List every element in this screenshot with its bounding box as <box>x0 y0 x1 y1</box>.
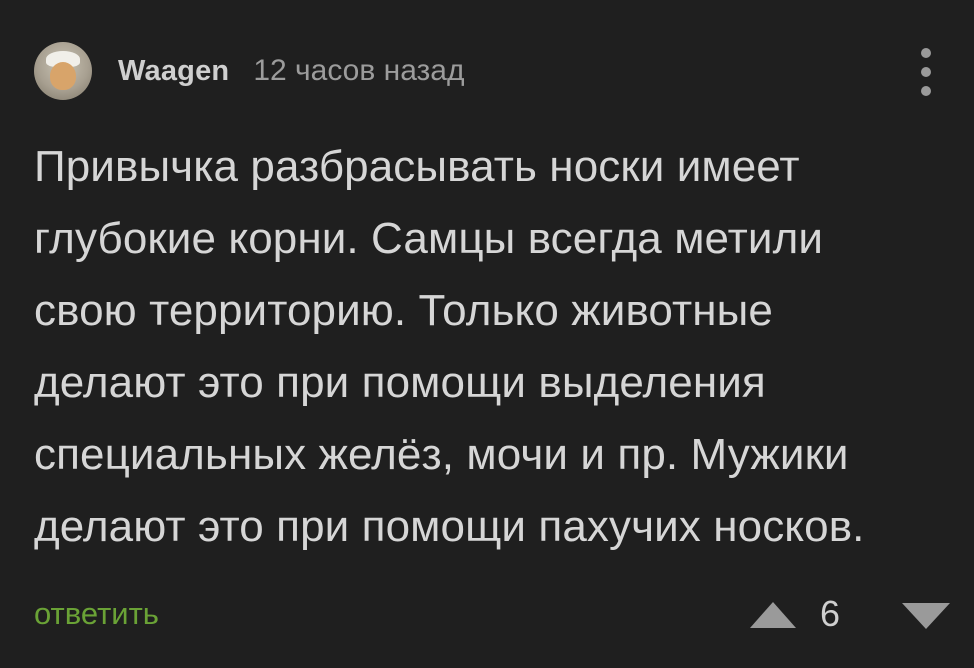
upvote-button[interactable] <box>748 600 798 630</box>
comment-text-line: свою территорию. Только животные <box>34 286 773 335</box>
comment-time: 12 часов назад <box>253 54 465 87</box>
comment: Waagen 12 часов назад Привычка разбрасыв… <box>0 0 974 668</box>
more-vertical-icon <box>921 67 931 77</box>
triangle-down-icon <box>902 603 950 629</box>
downvote-button[interactable] <box>900 600 952 632</box>
comment-text: Привычка разбрасывать носки имеет глубок… <box>34 131 959 563</box>
more-vertical-icon <box>921 48 931 58</box>
comment-text-line: глубокие корни. Самцы всегда метили <box>34 214 824 263</box>
avatar[interactable] <box>34 42 92 100</box>
avatar-face <box>50 62 76 90</box>
author-name[interactable]: Waagen <box>118 55 229 88</box>
comment-header: Waagen 12 часов назад <box>34 40 464 102</box>
comment-text-line: Привычка разбрасывать носки имеет <box>34 142 800 191</box>
more-vertical-icon <box>921 86 931 96</box>
triangle-up-icon <box>750 602 796 628</box>
more-options-button[interactable] <box>908 44 944 100</box>
comment-text-line: делают это при помощи пахучих носков. <box>34 502 865 551</box>
comment-text-line: делают это при помощи выделения <box>34 358 766 407</box>
comment-text-line: специальных желёз, мочи и пр. Мужики <box>34 430 849 479</box>
rating-count: 6 <box>819 593 841 634</box>
reply-button[interactable]: ответить <box>34 596 159 632</box>
